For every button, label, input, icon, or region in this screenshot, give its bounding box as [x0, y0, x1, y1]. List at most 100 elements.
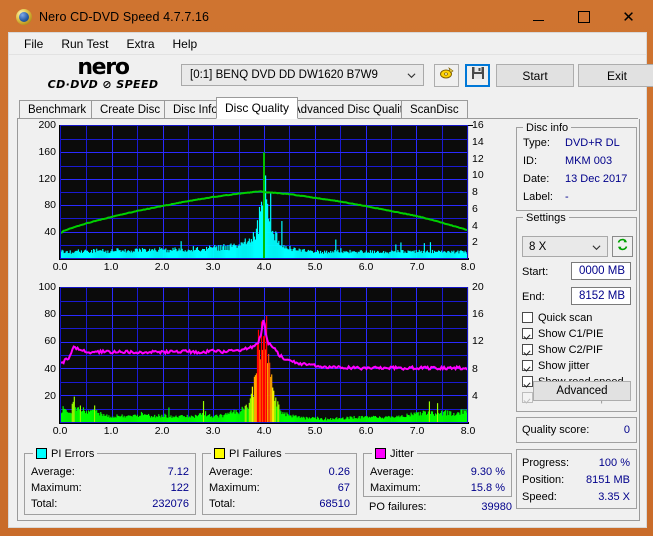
y-tick: 160: [38, 145, 56, 158]
x-tick: 8.0: [460, 261, 476, 273]
checkbox-label: Show C1/PIE: [538, 327, 604, 340]
jitter-stats-group: Jitter Average: 9.30 % Maximum: 15.8 %: [363, 447, 512, 497]
y2-tick: 4: [472, 389, 478, 402]
pi-failures-color-swatch: [214, 448, 225, 459]
tab-benchmark[interactable]: Benchmark: [19, 100, 96, 119]
row-key: Maximum:: [370, 482, 421, 494]
tab-create-disc[interactable]: Create Disc: [91, 100, 170, 119]
x-tick: 4.0: [256, 425, 272, 437]
exit-button[interactable]: Exit: [578, 64, 653, 87]
checkbox-icon: [522, 328, 533, 339]
checkbox-icon: [522, 360, 533, 371]
speed-select-value: 8 X: [529, 240, 547, 253]
progress-value: 100 %: [598, 457, 630, 469]
checkbox-quick-scan[interactable]: Quick scan: [522, 310, 592, 325]
speed-label: Speed:: [522, 491, 557, 503]
eject-disc-button[interactable]: [434, 64, 459, 87]
checkbox-show-c2-pif[interactable]: Show C2/PIF: [522, 342, 603, 357]
jitter-caption-label: Jitter: [390, 447, 414, 460]
quality-score-label: Quality score:: [522, 424, 590, 436]
row-value: 67: [337, 482, 350, 494]
start-button[interactable]: Start: [496, 64, 574, 87]
table-row: Maximum: 67: [209, 482, 350, 496]
speed-select[interactable]: 8 X: [522, 236, 608, 257]
y2-tick: 12: [472, 152, 484, 165]
save-results-button[interactable]: [465, 64, 490, 87]
eject-disc-icon: [439, 66, 455, 85]
y-tick: 80: [44, 308, 56, 321]
refresh-button[interactable]: [612, 236, 633, 257]
x-tick: 7.0: [409, 425, 425, 437]
drive-select[interactable]: [0:1] BENQ DVD DD DW1620 B7W9: [181, 64, 424, 86]
y-tick: 120: [38, 172, 56, 185]
po-failures-value: 39980: [481, 501, 512, 513]
window-title: Nero CD-DVD Speed 4.7.7.16: [39, 10, 210, 24]
tab-advanced-disc-quality[interactable]: Advanced Disc Quality: [284, 100, 418, 119]
jitter-caption: Jitter: [372, 447, 417, 460]
speed-value: 3.35 X: [598, 491, 630, 503]
pi-failures-jitter-series: [61, 315, 467, 422]
y2-tick: 16: [472, 119, 484, 131]
pi-errors-color-swatch: [36, 448, 47, 459]
x-tick: 0.0: [52, 425, 68, 437]
progress-group: Progress: 100 % Position: 8151 MB Speed:…: [516, 449, 637, 509]
x-tick: 4.0: [256, 261, 272, 273]
menu-file[interactable]: File: [15, 34, 52, 54]
menu-help[interactable]: Help: [164, 34, 207, 54]
y2-tick: 16: [472, 308, 484, 321]
close-button[interactable]: ✕: [606, 2, 651, 32]
application-window: Nero CD-DVD Speed 4.7.7.16 ✕ File Run Te…: [0, 0, 653, 536]
chevron-down-icon: [407, 71, 416, 80]
y-tick: 40: [44, 226, 56, 239]
row-key: Maximum:: [209, 482, 260, 494]
table-row: Maximum: 15.8 %: [370, 482, 505, 496]
quality-score-group: Quality score: 0: [516, 417, 637, 443]
start-mb-label: Start:: [522, 266, 549, 278]
title-bar: Nero CD-DVD Speed 4.7.7.16 ✕: [8, 2, 651, 32]
checkbox-show-c1-pie[interactable]: Show C1/PIE: [522, 326, 603, 341]
nero-globe-icon: [16, 9, 32, 25]
pi-errors-caption-label: PI Errors: [51, 447, 95, 460]
x-tick: 7.0: [409, 261, 425, 273]
disc-info-type-value: DVD+R DL: [565, 137, 620, 149]
close-icon: ✕: [622, 7, 635, 26]
minimize-button[interactable]: [516, 2, 561, 32]
x-tick: 6.0: [358, 261, 374, 273]
checkbox-show-jitter[interactable]: Show jitter: [522, 358, 589, 373]
pi-errors-chart-x-axis: 0.0 1.0 2.0 3.0 4.0 5.0 6.0 7.0 8.0: [53, 261, 476, 277]
table-row: Total: 232076: [31, 498, 189, 512]
end-mb-field[interactable]: 8152 MB: [571, 287, 631, 305]
maximize-button[interactable]: [561, 2, 606, 32]
y-tick: 40: [44, 362, 56, 375]
y-tick: 200: [38, 119, 56, 131]
x-tick: 0.0: [52, 261, 68, 273]
y2-tick: 8: [472, 362, 478, 375]
disc-info-date-value: 13 Dec 2017: [565, 173, 628, 185]
x-tick: 3.0: [205, 425, 221, 437]
logo-subtitle: CD·DVD ⊘ SPEED: [47, 78, 159, 91]
pi-failures-plot-area: [60, 287, 468, 423]
nero-cd-dvd-speed-logo: nero CD·DVD ⊘ SPEED: [27, 57, 179, 95]
checkbox-icon: [522, 376, 533, 387]
x-tick: 6.0: [358, 425, 374, 437]
checkbox-label: Show C2/PIF: [538, 343, 603, 356]
x-tick: 3.0: [205, 261, 221, 273]
menu-extra[interactable]: Extra: [117, 34, 163, 54]
row-value: 122: [170, 482, 189, 494]
tab-scandisc[interactable]: ScanDisc: [401, 100, 468, 119]
table-row: Average: 0.26: [209, 466, 350, 480]
po-failures-row: PO failures: 39980: [369, 501, 512, 515]
floppy-save-icon: [471, 66, 485, 85]
start-mb-field[interactable]: 0000 MB: [571, 262, 631, 280]
statistics-row: PI Errors Average: 7.12 Maximum: 122 Tot…: [22, 447, 512, 517]
row-value: 232076: [152, 498, 189, 510]
y2-tick: 20: [472, 281, 484, 293]
row-key: Average:: [209, 466, 253, 478]
menu-run-test[interactable]: Run Test: [52, 34, 117, 54]
refresh-arrows-icon: [616, 238, 629, 256]
row-value: 9.30 %: [470, 466, 505, 478]
tab-disc-quality[interactable]: Disc Quality: [216, 97, 299, 119]
advanced-button[interactable]: Advanced: [533, 381, 631, 401]
y2-tick: 12: [472, 335, 484, 348]
y2-tick: 4: [472, 219, 478, 232]
